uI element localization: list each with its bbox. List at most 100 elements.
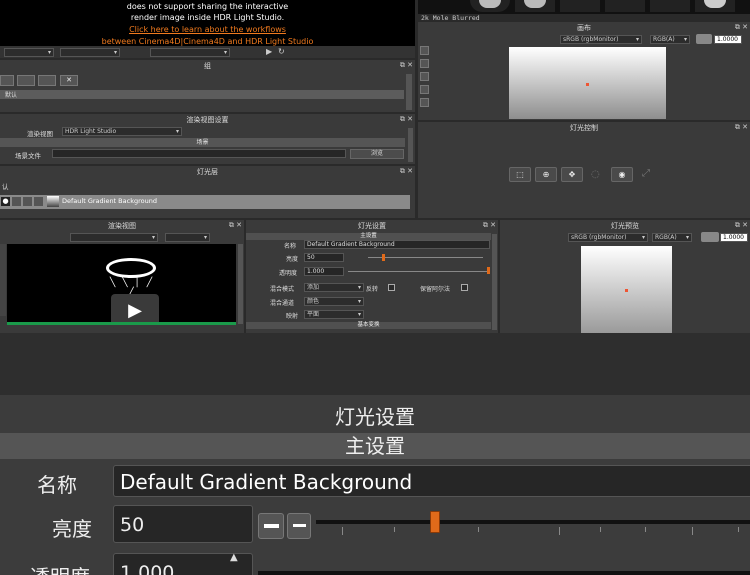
canvas-light-point[interactable]	[586, 83, 589, 86]
light-mode-icon-6[interactable]: ⤢	[642, 168, 650, 179]
decrease-button[interactable]	[287, 513, 311, 539]
preset-thumb-5[interactable]	[650, 0, 690, 12]
preset-thumb-4[interactable]	[605, 0, 645, 12]
panel-buttons[interactable]: ⧉ ✕	[400, 167, 413, 176]
render-toolbar-select-1[interactable]	[4, 48, 54, 57]
light-preview-panel: 灯光预览 ⧉ ✕ sRGB (rgbMonitor) RGB(A) 1.0000	[500, 220, 750, 333]
preset-thumb-6[interactable]	[695, 0, 735, 12]
zoom-opacity-field[interactable]: 1.000 ▲	[113, 552, 253, 575]
brush-tool-icon[interactable]	[420, 46, 429, 55]
render-video-area[interactable]: ╲ ╲ │ ╱ ╱ ▶	[7, 244, 236, 328]
exposure-icon[interactable]	[696, 34, 712, 44]
brightness-slider-small[interactable]	[368, 257, 483, 258]
zoom-brightness-field[interactable]: 50	[113, 505, 253, 543]
opacity-field-small[interactable]: 1.000	[304, 267, 344, 276]
mapping-select[interactable]: 平面	[304, 310, 364, 319]
group-delete-button[interactable]: ✕	[60, 75, 78, 86]
zoom-divider	[0, 333, 750, 395]
light-mode-button-1[interactable]: ⬚	[509, 167, 531, 182]
canvas-value-field[interactable]: 1.0000	[714, 35, 742, 44]
light-mode-button-2[interactable]: ⊕	[535, 167, 557, 182]
opacity-label-small: 透明度	[279, 270, 298, 277]
light-mode-button-3[interactable]: ✥	[561, 167, 583, 182]
zoom-opacity-slider[interactable]	[258, 571, 750, 575]
layer-toggle-3[interactable]	[23, 197, 32, 206]
decrease-large-button[interactable]	[258, 513, 284, 539]
render-progress-bar	[7, 322, 236, 325]
zoom-brightness-slider[interactable]	[316, 520, 750, 524]
canvas-preview[interactable]	[509, 47, 666, 119]
render-info-area: does not support sharing the interactive…	[0, 0, 415, 46]
refresh-icon[interactable]: ↻	[278, 47, 285, 56]
brightness-handle-small[interactable]	[382, 254, 385, 261]
layer-toggle-4[interactable]	[34, 197, 43, 206]
workflow-link-1[interactable]: Click here to learn about the workflows	[0, 25, 415, 34]
channel-select[interactable]: RGB(A)	[650, 35, 690, 44]
group-scrollbar[interactable]	[406, 74, 412, 110]
group-toolbar-button-3[interactable]	[38, 75, 56, 86]
zoom-name-label: 名称	[37, 473, 77, 497]
layer-toggle-2[interactable]	[12, 197, 21, 206]
render-toolbar-select-3[interactable]	[150, 48, 230, 57]
name-field-small[interactable]: Default Gradient Background	[304, 240, 490, 249]
render-toolbar-select-2[interactable]	[60, 48, 120, 57]
canvas-tool-column	[420, 46, 430, 116]
blend-mode-select[interactable]: 添加	[304, 283, 364, 292]
panel-buttons[interactable]: ⧉ ✕	[400, 115, 413, 124]
panel-buttons[interactable]: ⧉ ✕	[483, 221, 496, 230]
browse-button[interactable]: 浏览	[350, 149, 404, 159]
preset-thumb-3[interactable]	[560, 0, 600, 12]
panel-buttons[interactable]: ⧉ ✕	[400, 61, 413, 70]
panel-buttons[interactable]: ⧉ ✕	[229, 221, 242, 230]
fit-tool-icon[interactable]	[420, 98, 429, 107]
group-panel-title: 组	[0, 60, 415, 72]
slider-tick	[692, 527, 693, 535]
opacity-slider-small[interactable]	[348, 271, 488, 272]
preview-colorspace-select[interactable]: sRGB (rgbMonitor)	[568, 233, 648, 242]
zoom-name-field[interactable]: Default Gradient Background	[113, 465, 750, 497]
panel-buttons[interactable]: ⧉ ✕	[735, 221, 748, 230]
light-layer-row[interactable]: ● Default Gradient Background	[0, 195, 410, 209]
preview-exposure-icon[interactable]	[701, 232, 719, 242]
light-settings-scrollbar[interactable]	[492, 234, 497, 330]
render-view-settings-panel: 渲染视图设置 ⧉ ✕ 渲染视图 HDR Light Studio 场景 场景文件…	[0, 114, 415, 164]
opacity-spin-up-icon[interactable]: ▲	[230, 552, 238, 563]
invert-checkbox[interactable]	[388, 284, 395, 291]
preview-value-field[interactable]: 1.0000	[720, 233, 748, 242]
settings-scrollbar[interactable]	[408, 128, 413, 162]
blend-channel-select[interactable]: 颜色	[304, 297, 364, 306]
preview-channel-select[interactable]: RGB(A)	[652, 233, 692, 242]
group-row-label: 默认	[5, 92, 18, 99]
preset-thumb-2[interactable]	[515, 0, 555, 12]
workflow-link-2[interactable]: between Cinema4D|Cinema4D and HDR Light …	[0, 37, 415, 46]
render-view-sub-select-1[interactable]	[70, 233, 158, 242]
zoom-tool-icon[interactable]	[420, 85, 429, 94]
preset-thumb-1[interactable]	[470, 0, 510, 12]
render-view-scrollbar[interactable]	[238, 244, 243, 324]
play-icon[interactable]: ▶	[266, 47, 272, 56]
visibility-icon[interactable]: ●	[1, 197, 10, 206]
scene-file-field[interactable]	[52, 149, 346, 158]
render-view-sub-select-2[interactable]	[165, 233, 210, 242]
group-toolbar-button-2[interactable]	[17, 75, 35, 86]
keep-alpha-checkbox[interactable]	[461, 284, 468, 291]
light-layers-panel: 灯光层 ⧉ ✕ 认 ● Default Gradient Background	[0, 166, 415, 218]
opacity-handle-small[interactable]	[487, 267, 490, 274]
group-row-default[interactable]: 默认	[0, 90, 404, 99]
light-preview-image[interactable]	[581, 246, 672, 333]
panel-buttons[interactable]: ⧉ ✕	[735, 23, 748, 32]
light-mode-icon-4[interactable]: ◌	[591, 169, 600, 180]
slider-tick	[600, 527, 601, 532]
colorspace-select[interactable]: sRGB (rgbMonitor)	[560, 35, 642, 44]
render-view-select[interactable]: HDR Light Studio	[62, 127, 182, 136]
render-toolbar: ▶ ↻	[0, 46, 415, 58]
panel-buttons[interactable]: ⧉ ✕	[735, 123, 748, 132]
light-mode-button-5[interactable]: ◉	[611, 167, 633, 182]
render-view-title: 渲染视图	[0, 220, 244, 232]
zoom-brightness-handle[interactable]	[430, 511, 440, 533]
hand-tool-icon[interactable]	[420, 72, 429, 81]
group-toolbar-button-1[interactable]	[0, 75, 14, 86]
select-tool-icon[interactable]	[420, 59, 429, 68]
preview-light-point[interactable]	[625, 289, 628, 292]
brightness-field-small[interactable]: 50	[304, 253, 344, 262]
